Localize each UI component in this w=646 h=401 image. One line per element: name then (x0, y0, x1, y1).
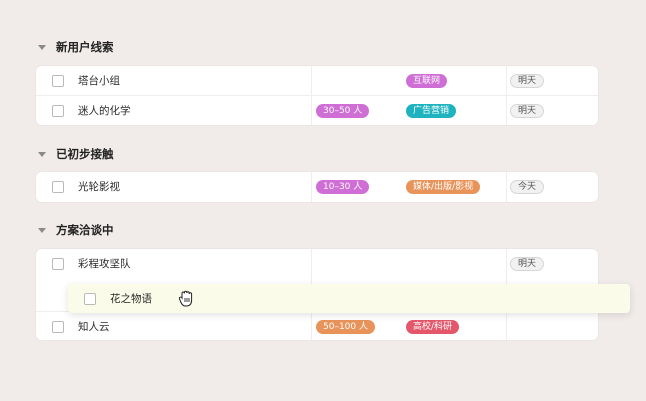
company-name: 迷人的化学 (78, 105, 131, 117)
company-name: 知人云 (78, 321, 110, 333)
collapse-caret-icon[interactable] (38, 44, 46, 50)
section-header-new-leads[interactable]: 新用户线索 (38, 39, 114, 55)
row-checkbox[interactable] (52, 104, 64, 117)
row-checkbox[interactable] (52, 257, 64, 270)
collapse-caret-icon[interactable] (38, 227, 46, 233)
row-checkbox[interactable] (52, 320, 64, 333)
dragging-row[interactable]: 花之物语 (68, 284, 630, 313)
row-checkbox[interactable] (52, 180, 64, 193)
date-badge[interactable]: 今天 (510, 179, 545, 194)
table-row[interactable]: 彩程攻坚队 明天 (36, 249, 598, 278)
section-title: 新用户线索 (56, 40, 114, 54)
section-card-new-leads: 塔台小组 互联网 明天 迷人的化学 30–50 人 广告营销 明天 (36, 66, 598, 125)
industry-tag[interactable]: 媒体/出版/影视 (406, 179, 481, 194)
collapse-caret-icon[interactable] (38, 151, 46, 157)
section-header-proposal[interactable]: 方案洽谈中 (38, 222, 114, 238)
section-title: 方案洽谈中 (56, 223, 114, 237)
table-row[interactable]: 知人云 50–100 人 高校/科研 (36, 311, 598, 341)
team-size-tag[interactable]: 50–100 人 (316, 319, 375, 334)
table-row[interactable]: 光轮影视 10–30 人 媒体/出版/影视 今天 (36, 172, 598, 201)
row-checkbox[interactable] (84, 292, 96, 305)
industry-tag[interactable]: 互联网 (406, 73, 448, 88)
row-checkbox[interactable] (52, 74, 64, 87)
section-title: 已初步接触 (56, 147, 114, 161)
date-badge[interactable]: 明天 (510, 103, 545, 118)
company-name: 光轮影视 (78, 181, 120, 193)
company-name: 彩程攻坚队 (78, 258, 131, 270)
team-size-tag[interactable]: 30–50 人 (316, 103, 370, 118)
table-row[interactable]: 塔台小组 互联网 明天 (36, 66, 598, 95)
grab-hand-icon (178, 290, 193, 307)
team-size-tag[interactable]: 10–30 人 (316, 179, 370, 194)
company-name: 塔台小组 (78, 75, 120, 87)
date-badge[interactable]: 明天 (510, 73, 545, 88)
date-badge[interactable]: 明天 (510, 256, 545, 271)
industry-tag[interactable]: 高校/科研 (406, 319, 460, 334)
company-name: 花之物语 (110, 293, 152, 305)
industry-tag[interactable]: 广告营销 (406, 103, 457, 118)
section-header-initial-contact[interactable]: 已初步接触 (38, 146, 114, 162)
section-card-initial-contact: 光轮影视 10–30 人 媒体/出版/影视 今天 (36, 172, 598, 202)
table-row[interactable]: 迷人的化学 30–50 人 广告营销 明天 (36, 95, 598, 125)
